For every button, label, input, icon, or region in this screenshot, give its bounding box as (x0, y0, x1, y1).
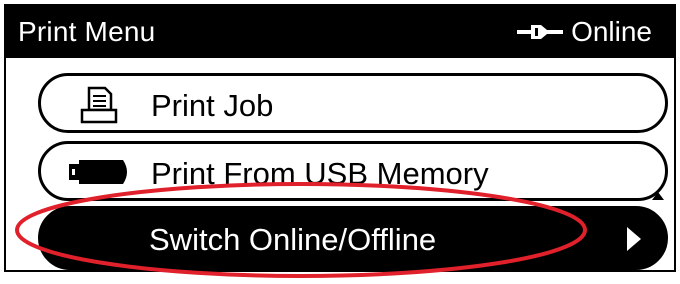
arrow-right-icon (627, 227, 641, 251)
usb-drive-icon (69, 160, 127, 184)
plug-icon (517, 25, 564, 39)
printer-icon (80, 86, 118, 124)
connection-status: Online (517, 14, 652, 50)
menu-item-label: Print Job (151, 88, 274, 123)
menu-item-print-from-usb[interactable]: Print From USB Memory (38, 141, 668, 201)
printer-display: Print Menu Online Print Job Print From U… (4, 4, 676, 272)
menu-item-label: Print From USB Memory (151, 156, 489, 191)
status-label: Online (571, 16, 652, 47)
menu-item-print-job[interactable]: Print Job (38, 73, 668, 133)
scroll-up-indicator (652, 192, 664, 200)
title-bar: Print Menu Online (6, 6, 674, 58)
menu-item-label: Switch Online/Offline (149, 222, 437, 257)
menu-title: Print Menu (18, 16, 156, 47)
menu-item-switch-online-offline[interactable]: Switch Online/Offline (38, 206, 668, 270)
